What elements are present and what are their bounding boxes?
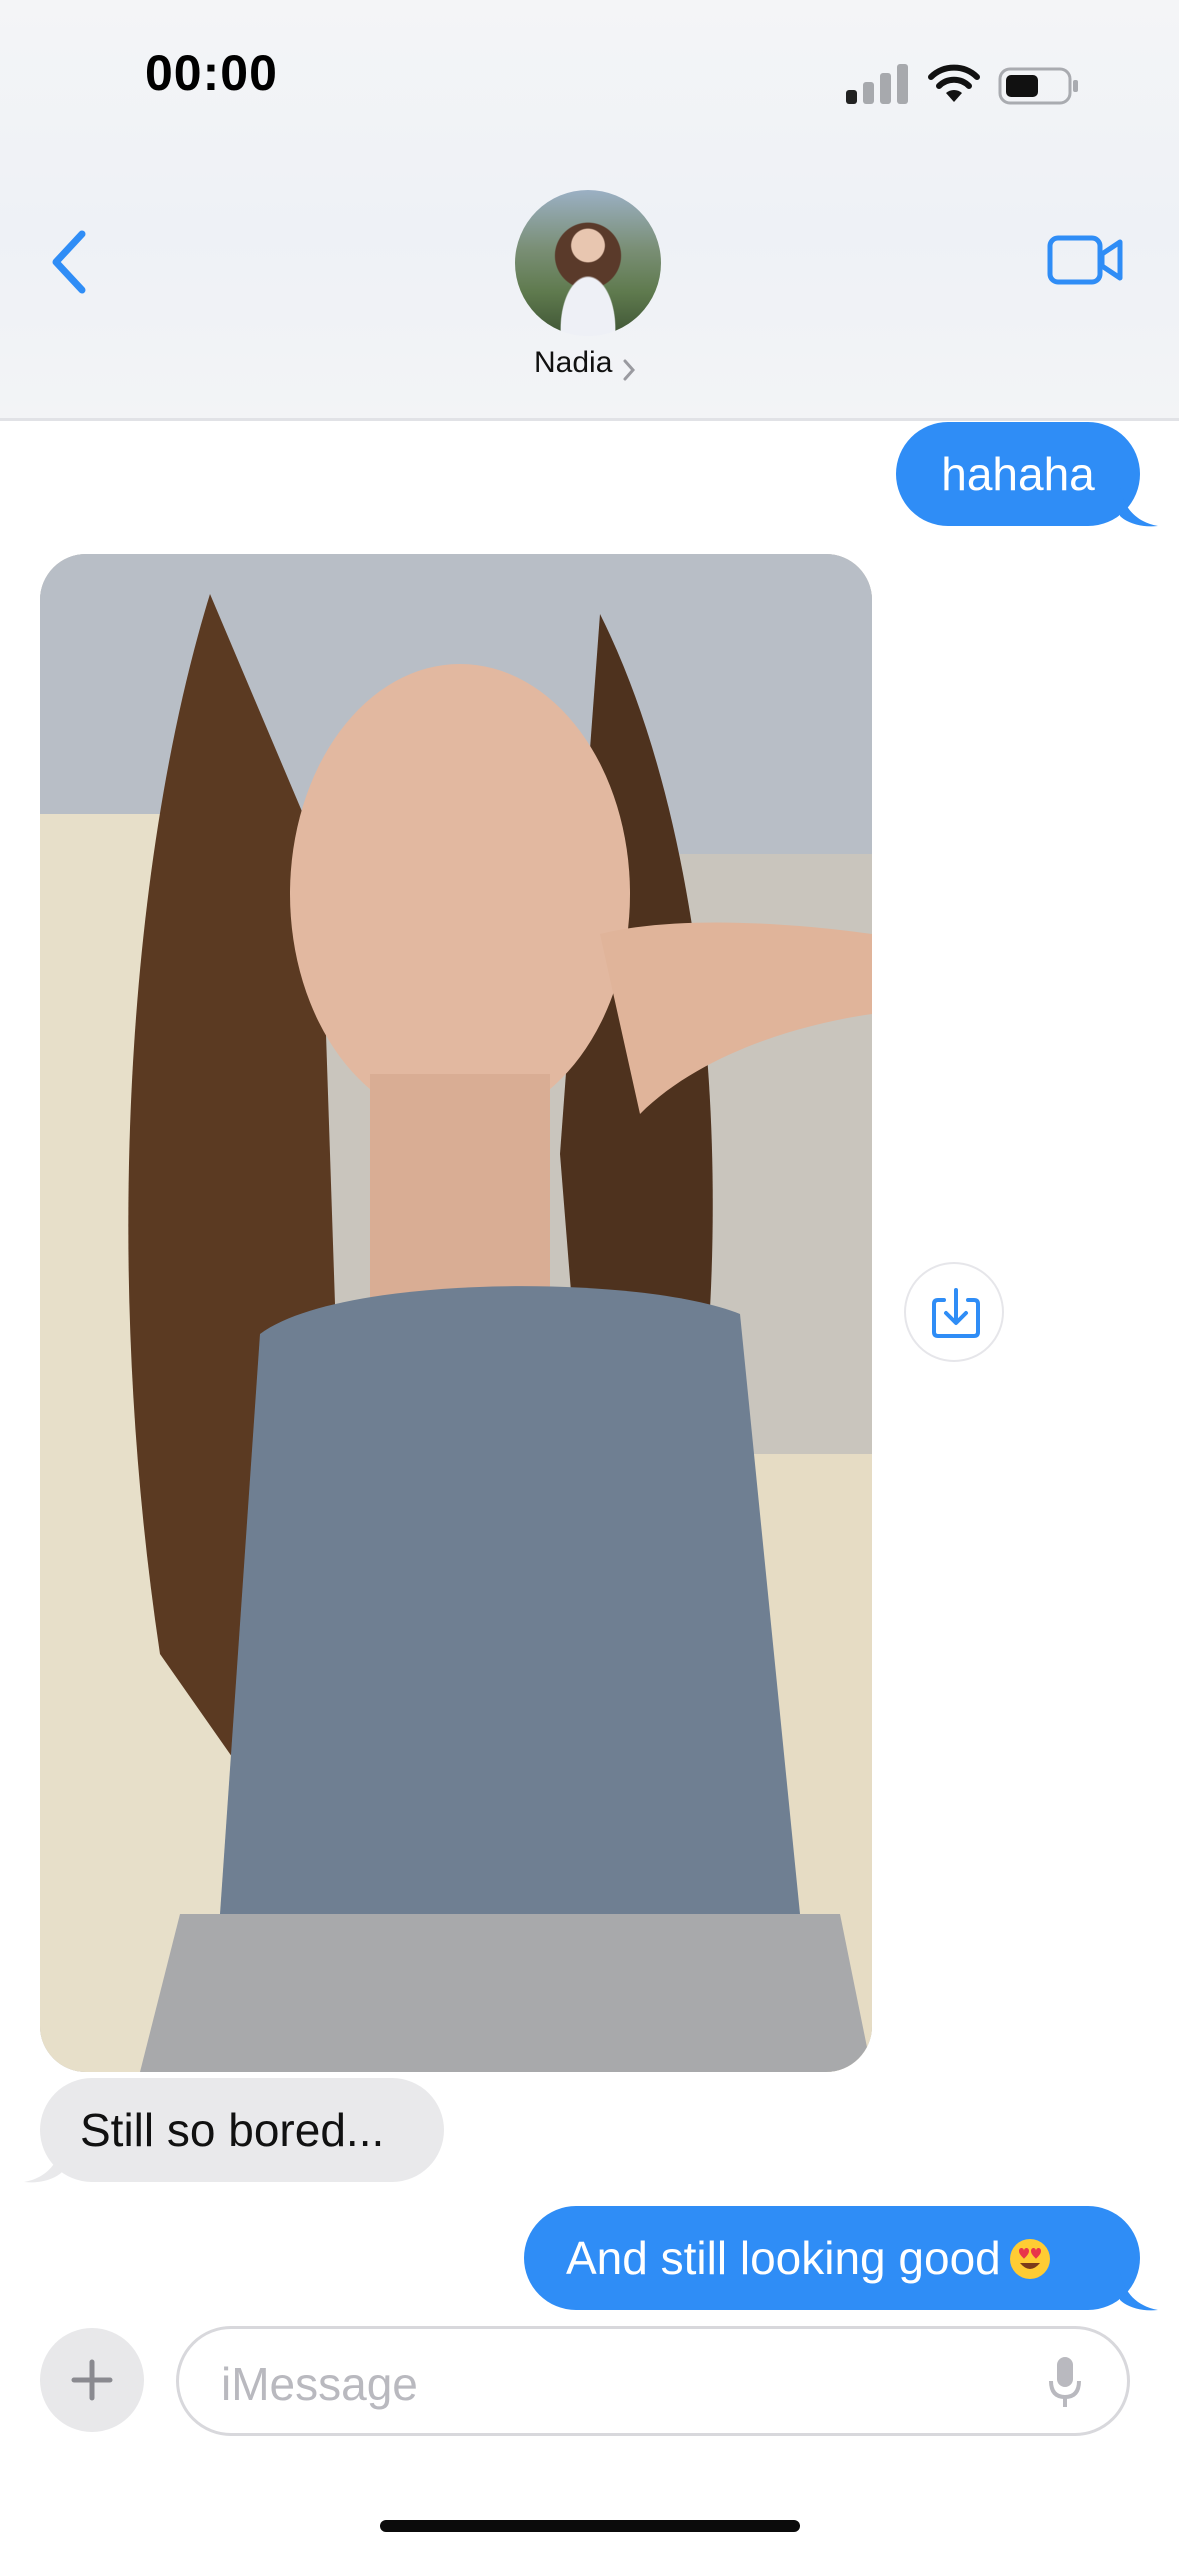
back-chevron-icon[interactable] (40, 222, 100, 302)
download-icon (932, 1288, 980, 1338)
photo-attachment[interactable] (40, 554, 872, 2072)
heart-eyes-emoji-icon (1009, 2239, 1050, 2279)
contact-name[interactable]: Nadia (534, 346, 612, 380)
add-attachment-button[interactable] (40, 2328, 144, 2432)
microphone-icon[interactable] (1045, 2353, 1085, 2413)
video-camera-icon[interactable] (1046, 232, 1126, 288)
message-bubble-incoming[interactable]: Still so bored... (40, 2078, 444, 2182)
chevron-right-icon[interactable] (622, 358, 636, 382)
message-bubble-outgoing[interactable]: And still looking good (524, 2206, 1140, 2310)
home-indicator (380, 2520, 800, 2532)
status-bar-time: 00:00 (145, 45, 278, 101)
contact-avatar[interactable] (515, 190, 661, 336)
photo-image (40, 554, 872, 2072)
wifi-icon (928, 64, 980, 102)
bubble-tail (24, 2144, 62, 2183)
bubble-tail (1120, 2272, 1158, 2311)
conversation-header: 00:00 Nadia (0, 0, 1179, 421)
message-text: And still looking good (566, 2232, 1001, 2284)
plus-icon (71, 2359, 113, 2401)
cellular-signal-icon (846, 64, 908, 104)
bubble-tail (1120, 488, 1158, 527)
battery-icon (998, 67, 1078, 105)
message-input-placeholder: iMessage (221, 2358, 418, 2410)
message-bubble-outgoing[interactable]: hahaha (896, 422, 1140, 526)
save-photo-button[interactable] (904, 1262, 1004, 1362)
message-input[interactable]: iMessage (176, 2326, 1130, 2436)
